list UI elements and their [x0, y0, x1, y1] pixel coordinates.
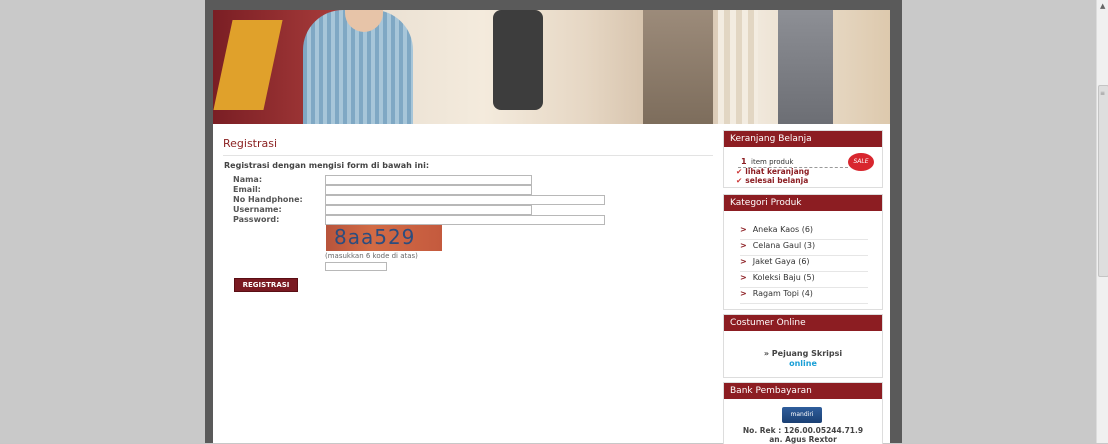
online-box-title: Costumer Online	[724, 315, 882, 331]
password-field[interactable]	[325, 215, 605, 225]
bank-account-number: No. Rek : 126.00.05244.71.9	[742, 426, 864, 435]
handphone-field[interactable]	[325, 195, 605, 205]
label-nama: Nama:	[233, 175, 263, 184]
online-box: Costumer Online » Pejuang Skripsi online	[723, 314, 883, 378]
lihat-keranjang-label: lihat keranjang	[745, 167, 810, 176]
cart-box: Keranjang Belanja 1 item produk ✔ lihat k…	[723, 130, 883, 188]
banner-mannequin-2	[778, 10, 833, 124]
kategori-item-label: Celana Gaul (3)	[752, 241, 816, 250]
selesai-belanja-label: selesai belanja	[745, 176, 809, 185]
captcha-hint: (masukkan 6 kode di atas)	[325, 252, 418, 260]
bank-box-title: Bank Pembayaran	[724, 383, 882, 399]
cart-box-title: Keranjang Belanja	[724, 131, 882, 147]
kategori-item-label: Jaket Gaya (6)	[752, 257, 810, 266]
arrow-right-icon: >	[740, 289, 747, 298]
label-password: Password:	[233, 215, 280, 224]
registrasi-button[interactable]: REGISTRASI	[234, 278, 298, 292]
email-field[interactable]	[325, 185, 532, 195]
scroll-grip-icon: ≡	[1100, 90, 1106, 97]
banner-jacket	[493, 10, 543, 110]
cart-item-count: 1 item produk	[741, 157, 793, 166]
label-username: Username:	[233, 205, 282, 214]
banner-mannequin	[643, 10, 713, 124]
username-field[interactable]	[325, 205, 532, 215]
kategori-item-aneka-kaos[interactable]: > Aneka Kaos (6)	[740, 223, 868, 240]
captcha-code: 8aa529	[334, 225, 416, 249]
arrow-right-icon: >	[740, 273, 747, 282]
mandiri-logo: mandiri	[782, 407, 822, 423]
selesai-belanja-link[interactable]: ✔ selesai belanja	[736, 176, 808, 185]
banner-display-rack	[718, 10, 758, 124]
lihat-keranjang-link[interactable]: ✔ lihat keranjang	[736, 167, 809, 176]
captcha-input[interactable]	[325, 262, 387, 271]
kategori-box-title: Kategori Produk	[724, 195, 882, 211]
arrow-right-icon: >	[740, 225, 747, 234]
form-instruction: Registrasi dengan mengisi form di bawah …	[224, 161, 430, 170]
left-background	[0, 0, 205, 443]
captcha-image: 8aa529	[326, 225, 442, 251]
arrow-right-icon: >	[740, 241, 747, 250]
sale-tag-icon: SALE	[848, 153, 874, 171]
kategori-item-label: Aneka Kaos (6)	[752, 225, 814, 234]
kategori-item-celana-gaul[interactable]: > Celana Gaul (3)	[740, 239, 868, 256]
nama-field[interactable]	[325, 175, 532, 185]
online-user-name: » Pejuang Skripsi	[763, 349, 843, 358]
arrow-right-icon: >	[740, 257, 747, 266]
bank-box: Bank Pembayaran mandiri No. Rek : 126.00…	[723, 382, 883, 444]
cart-count-label: item produk	[751, 158, 794, 166]
right-background	[902, 0, 1096, 443]
title-divider	[223, 155, 713, 156]
kategori-item-ragam-topi[interactable]: > Ragam Topi (4)	[740, 287, 868, 304]
kategori-item-label: Ragam Topi (4)	[752, 289, 813, 298]
online-status: online	[789, 359, 817, 368]
vertical-scrollbar[interactable]: ▲ ≡	[1096, 0, 1108, 443]
check-icon: ✔	[736, 167, 743, 176]
kategori-item-koleksi-baju[interactable]: > Koleksi Baju (5)	[740, 271, 868, 288]
kategori-item-jaket-gaya[interactable]: > Jaket Gaya (6)	[740, 255, 868, 272]
header-banner-image	[213, 10, 890, 124]
banner-shopping-bag	[213, 20, 283, 110]
kategori-item-label: Koleksi Baju (5)	[752, 273, 815, 282]
label-no-handphone: No Handphone:	[233, 195, 303, 204]
kategori-box: Kategori Produk > Aneka Kaos (6) > Celana …	[723, 194, 883, 310]
page-title: Registrasi	[223, 137, 278, 150]
page-container: Registrasi Registrasi dengan mengisi for…	[213, 10, 890, 444]
label-email: Email:	[233, 185, 261, 194]
scroll-up-icon[interactable]: ▲	[1100, 2, 1105, 10]
cart-count-number: 1	[741, 157, 747, 166]
check-icon: ✔	[736, 176, 743, 185]
scrollbar-thumb[interactable]	[1098, 85, 1108, 277]
